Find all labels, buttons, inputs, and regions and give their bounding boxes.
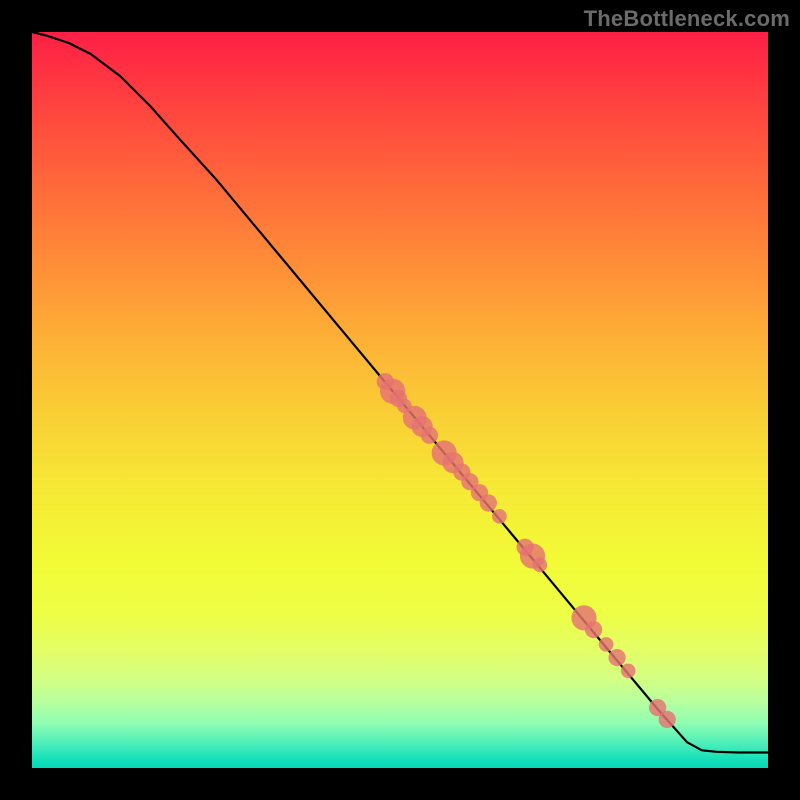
plot-area — [32, 32, 768, 768]
data-point — [492, 509, 507, 524]
data-point — [480, 494, 497, 511]
data-point — [609, 649, 626, 666]
chart-svg — [32, 32, 768, 768]
watermark-text: TheBottleneck.com — [584, 6, 790, 32]
data-point — [599, 637, 614, 652]
data-point — [621, 664, 636, 679]
data-point — [659, 711, 676, 728]
chart-markers — [377, 373, 676, 728]
data-point — [533, 558, 548, 573]
chart-stage: TheBottleneck.com — [0, 0, 800, 800]
data-point — [421, 427, 438, 444]
data-point — [585, 621, 602, 638]
